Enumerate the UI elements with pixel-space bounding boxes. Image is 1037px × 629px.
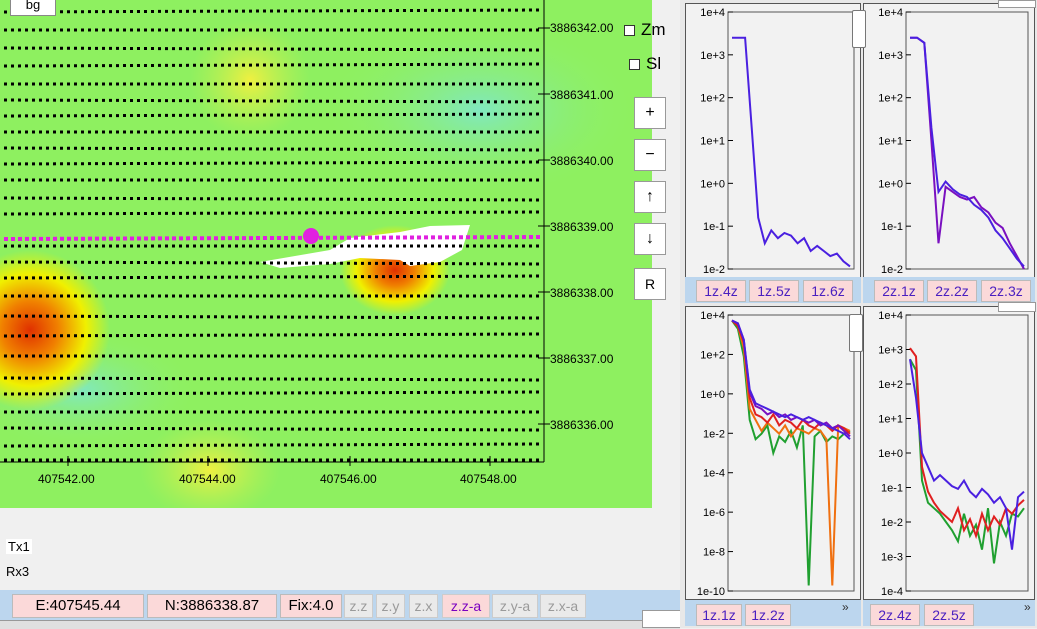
plot-y-tick-label: 1e-2 <box>703 428 725 440</box>
tab-1z-5z[interactable]: 1z.5z <box>749 280 799 302</box>
pan-down-button[interactable]: ↓ <box>634 223 666 255</box>
plot-y-tick-label: 1e+0 <box>878 178 903 190</box>
plot-y-tick-label: 1e-1 <box>881 221 903 233</box>
reset-view-button[interactable]: R <box>634 268 666 300</box>
y-axis-label: 3886341.00 <box>550 88 614 102</box>
rx-label: Rx3 <box>6 564 30 579</box>
plot-y-tick-label: 1e+4 <box>878 7 903 19</box>
sl-checkbox[interactable]: Sl <box>629 54 661 74</box>
plot-y-tick-label: 1e+2 <box>878 379 903 391</box>
plot-y-tick-label: 1e+0 <box>878 448 903 460</box>
plot-y-tick-label: 1e+0 <box>700 178 725 190</box>
zy-button[interactable]: z.y <box>376 594 405 618</box>
zx-a-button[interactable]: z.x-a <box>540 594 586 618</box>
small-field[interactable] <box>642 610 682 628</box>
plot-y-tick-label: 1e-6 <box>703 507 725 519</box>
checkbox-box[interactable] <box>629 59 640 71</box>
tab-2z-1z[interactable]: 2z.1z <box>874 280 924 302</box>
plot-2[interactable]: 1e+4 1e+3 1e+2 1e+1 1e+0 1e-1 1e-2 <box>863 3 1035 278</box>
zz-a-button[interactable]: z.z-a <box>442 594 490 618</box>
bg-button[interactable]: bg <box>10 0 56 16</box>
plot-y-tick-label: 1e-1 <box>881 483 903 495</box>
tab-2z-3z[interactable]: 2z.3z <box>981 280 1031 302</box>
zm-checkbox[interactable]: Zm <box>624 20 666 40</box>
more-tabs-icon[interactable]: » <box>842 600 849 614</box>
zoom-in-button[interactable]: + <box>634 97 666 129</box>
plot-y-tick-label: 1e+1 <box>878 136 903 148</box>
plot-y-tick-label: 1e+3 <box>878 50 903 62</box>
plot-y-tick-label: 1e+2 <box>878 93 903 105</box>
plot-y-tick-label: 1e+3 <box>878 345 903 357</box>
plot-y-tick-label: 1e-2 <box>881 517 903 529</box>
plot-y-tick-label: 1e+1 <box>878 414 903 426</box>
tab-1z-6z[interactable]: 1z.6z <box>803 280 853 302</box>
scroll-handle[interactable] <box>852 10 866 48</box>
fix-readout: Fix:4.0 <box>280 594 342 618</box>
plot-y-tick-label: 1e+4 <box>878 310 903 322</box>
sl-label: Sl <box>646 54 662 73</box>
plot-y-tick-label: 1e+2 <box>700 93 725 105</box>
plot-y-tick-label: 1e-3 <box>881 552 903 564</box>
plot-y-tick-label: 1e-1 <box>703 221 725 233</box>
zy-a-button[interactable]: z.y-a <box>492 594 538 618</box>
plot-y-tick-label: 1e-2 <box>881 264 903 276</box>
plot-y-tick-label: 1e+4 <box>700 310 725 322</box>
tx-label: Tx1 <box>6 539 32 554</box>
y-axis-label: 3886336.00 <box>550 418 614 432</box>
tab-1z-1z[interactable]: 1z.1z <box>696 604 742 626</box>
x-axis-label: 407544.00 <box>179 472 236 486</box>
panel-tab-stub[interactable] <box>998 302 1036 312</box>
tab-1z-4z[interactable]: 1z.4z <box>696 280 746 302</box>
zm-label: Zm <box>641 20 666 39</box>
x-axis-label: 407548.00 <box>460 472 517 486</box>
x-axis-label: 407542.00 <box>38 472 95 486</box>
tab-2z-2z[interactable]: 2z.2z <box>927 280 977 302</box>
more-tabs-icon[interactable]: » <box>1024 600 1031 614</box>
plot-1[interactable]: 1e+4 1e+3 1e+2 1e+1 1e+0 1e-1 1e-2 <box>685 3 861 278</box>
plot-3[interactable]: 1e+4 1e+2 1e+0 1e-2 1e-4 1e-6 1e-8 1e-10 <box>685 306 861 600</box>
zx-button[interactable]: z.x <box>409 594 438 618</box>
plot-y-tick-label: 1e+4 <box>700 7 725 19</box>
y-axis-label: 3886338.00 <box>550 286 614 300</box>
selected-station-marker[interactable] <box>303 228 319 244</box>
plot-y-tick-label: 1e+2 <box>700 349 725 361</box>
plot-y-tick-label: 1e-10 <box>697 586 725 598</box>
map-view[interactable]: bg 3886342.00 3886341.00 3886340.00 3886… <box>0 0 652 508</box>
panel-tab-stub[interactable] <box>998 0 1036 8</box>
scroll-handle[interactable] <box>849 314 863 352</box>
checkbox-box[interactable] <box>624 25 635 37</box>
tab-1z-2z[interactable]: 1z.2z <box>745 604 791 626</box>
plot-y-tick-label: 1e+0 <box>700 389 725 401</box>
tab-2z-4z[interactable]: 2z.4z <box>870 604 920 626</box>
plot-y-tick-label: 1e-4 <box>703 468 725 480</box>
y-axis-label: 3886337.00 <box>550 352 614 366</box>
plot-y-tick-label: 1e-2 <box>703 264 725 276</box>
northing-readout: N:3886338.87 <box>147 594 277 618</box>
y-axis-label: 3886340.00 <box>550 154 614 168</box>
y-axis-label: 3886342.00 <box>550 21 614 35</box>
plot-4[interactable]: 1e+4 1e+3 1e+2 1e+1 1e+0 1e-1 1e-2 1e-3 1e-4 <box>863 306 1035 600</box>
y-axis-label: 3886339.00 <box>550 220 614 234</box>
plot-y-tick-label: 1e+3 <box>700 50 725 62</box>
plot-y-tick-label: 1e-8 <box>703 547 725 559</box>
x-axis-label: 407546.00 <box>320 472 377 486</box>
plot-y-tick-label: 1e+1 <box>700 136 725 148</box>
pan-up-button[interactable]: ↑ <box>634 181 666 213</box>
plot-y-tick-label: 1e-4 <box>881 586 903 598</box>
tab-2z-5z[interactable]: 2z.5z <box>924 604 974 626</box>
zoom-out-button[interactable]: − <box>634 139 666 171</box>
zz-button[interactable]: z.z <box>344 594 373 618</box>
easting-readout: E:407545.44 <box>12 594 144 618</box>
selected-survey-line[interactable] <box>3 235 541 241</box>
